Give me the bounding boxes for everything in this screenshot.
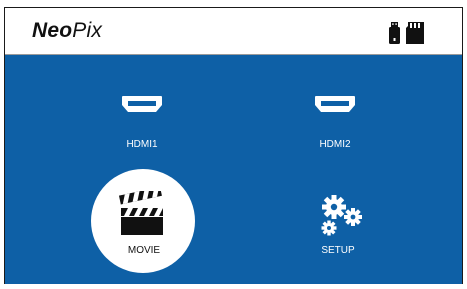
menu-item-hdmi1[interactable]: HDMI1 [87, 77, 197, 177]
menu-item-label: HDMI1 [126, 139, 158, 150]
usb-drive-icon [389, 22, 400, 44]
menu-item-movie[interactable]: MOVIE [89, 169, 199, 273]
menu-item-label: SETUP [321, 245, 355, 256]
brand-logo-bold: Neo [32, 19, 73, 42]
source-menu: HDMI1 HDMI2 MOVIE SETUP [5, 55, 462, 284]
brand-logo: NeoPix [32, 19, 102, 43]
sd-card-icon [406, 22, 424, 44]
top-bar: NeoPix [5, 8, 462, 55]
menu-item-label: MOVIE [127, 245, 161, 256]
brand-logo-regular: Pix [72, 19, 103, 42]
hdmi-icon [315, 96, 355, 112]
clapperboard-icon [119, 191, 163, 235]
projector-home-screen: NeoPix HDMI1 HDMI2 MOVIE SETUP [4, 7, 463, 284]
hdmi-icon [122, 96, 162, 112]
menu-item-setup[interactable]: SETUP [283, 169, 393, 269]
gears-icon [321, 195, 362, 236]
menu-item-label: HDMI2 [319, 139, 351, 150]
menu-item-hdmi2[interactable]: HDMI2 [280, 77, 390, 177]
